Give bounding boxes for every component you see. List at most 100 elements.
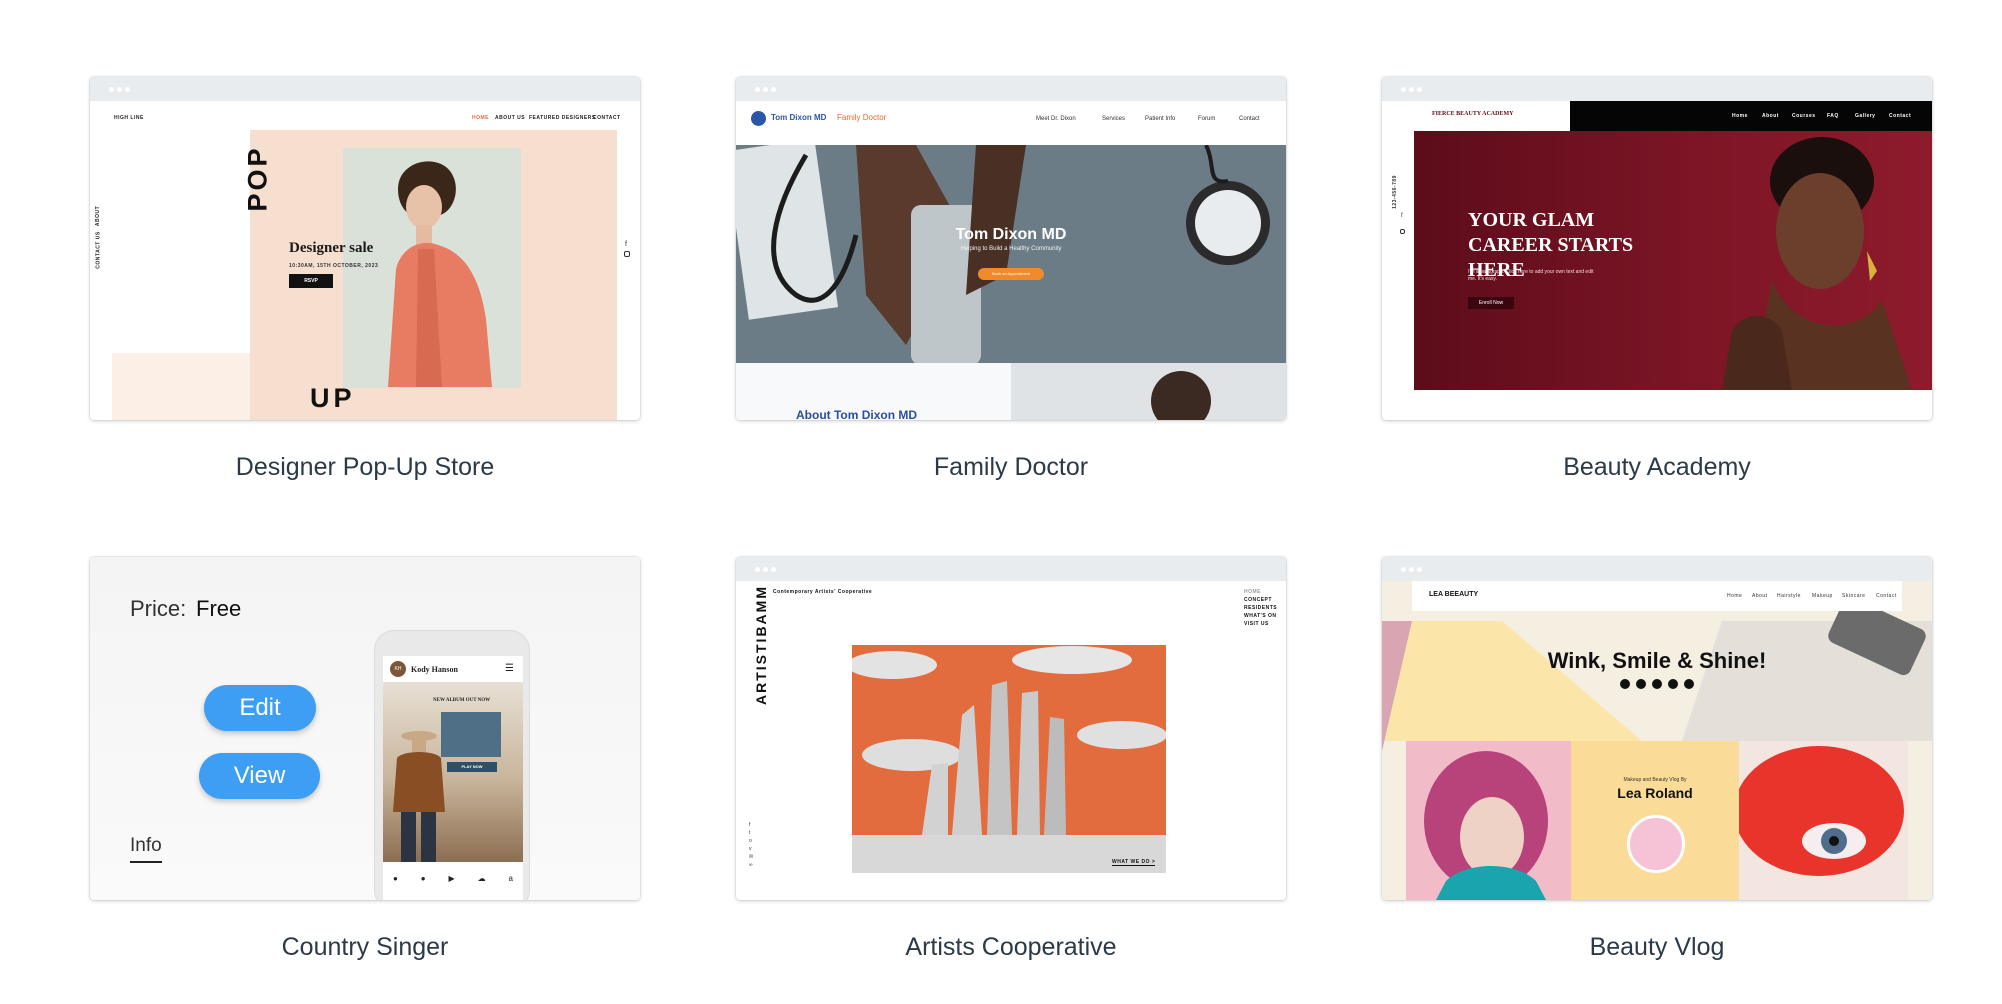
pinterest-icon: [1684, 679, 1694, 689]
word-up: UP: [310, 383, 356, 413]
template-title[interactable]: Beauty Academy: [1382, 453, 1932, 482]
nav-makeup: Makeup: [1812, 593, 1833, 599]
side-link-about: ABOUT: [95, 205, 102, 227]
soundcloud-icon: ☁: [477, 874, 486, 883]
hero-title: Tom Dixon MD: [955, 226, 1067, 243]
instagram-icon: o: [749, 838, 752, 844]
nav-bar: [1570, 101, 1932, 131]
nav-courses: Courses: [1792, 113, 1816, 119]
about-heading: About Tom Dixon MD: [796, 408, 918, 420]
mail-icon: ✉: [749, 854, 754, 860]
nav-forum: Forum: [1198, 116, 1216, 122]
hero-photo: NEW ALBUM OUT NOW PLAY NOW: [383, 682, 523, 862]
template-title[interactable]: Beauty Vlog: [1382, 933, 1932, 962]
instagram-icon: [1400, 229, 1405, 234]
vlogger-panel: Makeup and Beauty Vlog By Lea Roland: [1571, 741, 1739, 900]
template-title[interactable]: Family Doctor: [736, 453, 1286, 482]
site-logo: HIGH LINE: [114, 115, 144, 121]
social-icons: f t o v ✉ ∞: [749, 821, 753, 869]
browser-chrome: [736, 77, 1286, 101]
browser-chrome: [90, 77, 640, 101]
template-preview: ARTISTIBAMM Contemporary Artists' Cooper…: [736, 581, 1286, 900]
play-icon: ▶: [448, 874, 455, 883]
twitter-icon: t: [749, 830, 751, 836]
template-title[interactable]: Artists Cooperative: [736, 933, 1286, 962]
vimeo-icon: v: [749, 846, 752, 852]
template-card-beauty-academy[interactable]: FIERCE BEAUTY ACADEMY Home About Courses…: [1382, 77, 1932, 420]
logo-tagline: Family Doctor: [837, 113, 887, 122]
facebook-icon: [1652, 679, 1662, 689]
amazon-icon: a: [508, 874, 513, 883]
template-card-beauty-vlog[interactable]: LEA BEEAUTY Home About Hairstyle Makeup …: [1382, 557, 1932, 900]
youtube-icon: [1620, 679, 1630, 689]
body-text: I'm a paragraph. Click here to add your …: [1468, 269, 1594, 282]
price-value: Free: [196, 596, 242, 621]
edit-button[interactable]: Edit: [204, 685, 316, 731]
info-link[interactable]: Info: [130, 835, 162, 863]
vlogger-avatar: [1627, 815, 1685, 873]
what-we-do-link: WHAT WE DO >: [1112, 859, 1156, 866]
nav-gallery: Gallery: [1855, 113, 1876, 119]
word-pop: POP: [242, 145, 273, 212]
album-cover: [441, 712, 501, 757]
streaming-icons: ● ● ▶ ☁ a: [393, 874, 513, 884]
site-logo: FIERCE BEAUTY ACADEMY: [1432, 111, 1514, 117]
facebook-icon: f: [749, 822, 751, 828]
vlogger-name: Lea Roland: [1617, 785, 1693, 801]
template-title[interactable]: Designer Pop-Up Store: [90, 453, 640, 482]
artist-name: Kody Hanson: [411, 665, 458, 674]
template-card-designer-pop-up-store[interactable]: HIGH LINE HOME ABOUT US FEATURED DESIGNE…: [90, 77, 640, 420]
model-portrait: [1722, 137, 1912, 390]
nav-skincare: Skincare: [1842, 593, 1866, 599]
nav-residents: RESIDENTS: [1244, 605, 1278, 611]
nav-concept: CONCEPT: [1244, 597, 1272, 603]
brand-vertical: ARTISTIBAMM: [753, 585, 769, 705]
nav-contact: CONTACT: [593, 115, 621, 121]
apple-icon: ●: [420, 874, 426, 883]
nav-faq: FAQ: [1827, 113, 1839, 119]
rsvp-button: RSVP: [289, 274, 333, 288]
enroll-button: Enroll Now: [1468, 297, 1514, 309]
template-card-country-singer[interactable]: Price: Free Edit View Info KH Kody Hanso…: [90, 557, 640, 900]
album-promo: NEW ALBUM OUT NOW: [433, 698, 491, 703]
menu-icon: ☰: [505, 663, 514, 674]
template-preview: LEA BEEAUTY Home About Hairstyle Makeup …: [1382, 581, 1932, 900]
social-icons: [1620, 679, 1694, 689]
browser-chrome: [736, 557, 1286, 581]
nav-home: Home: [1727, 593, 1743, 599]
logo-name: Tom Dixon MD: [771, 113, 827, 122]
nav-about: ABOUT US: [495, 115, 526, 121]
nav-about: About: [1752, 593, 1768, 599]
link-icon: ∞: [749, 862, 753, 868]
nav-about: About: [1762, 113, 1779, 119]
nav-visit: VISIT US: [1244, 621, 1269, 627]
twitter-icon: [1668, 679, 1678, 689]
template-title[interactable]: Country Singer: [90, 933, 640, 962]
site-logo: LEA BEEAUTY: [1429, 591, 1479, 598]
tagline: Contemporary Artists' Cooperative: [773, 589, 873, 595]
hero-subtitle: Helping to Build a Healthy Community: [960, 246, 1062, 252]
facebook-icon: f: [625, 241, 627, 248]
phone-mockup: KH Kody Hanson ☰ NEW ALBUM OUT NOW PLAY …: [374, 630, 530, 900]
template-card-family-doctor[interactable]: Tom Dixon MD Family Doctor Meet Dr. Dixo…: [736, 77, 1286, 420]
nav-whats-on: WHAT'S ON: [1244, 613, 1277, 619]
template-card-artists-cooperative[interactable]: ARTISTIBAMM Contemporary Artists' Cooper…: [736, 557, 1286, 900]
nav-home: HOME: [1244, 589, 1261, 595]
nav-home: Home: [1732, 113, 1748, 119]
view-button[interactable]: View: [199, 753, 320, 799]
stethoscope-illustration: [736, 145, 1270, 363]
nav-patient-info: Patient Info: [1145, 116, 1176, 122]
headline: Wink, Smile & Shine!: [1547, 648, 1767, 673]
event-date: 10:30AM, 15TH OCTOBER, 2023: [289, 263, 379, 269]
instagram-icon: [1636, 679, 1646, 689]
instagram-icon: [624, 251, 630, 257]
cream-block: [112, 353, 252, 420]
price-label: Price:: [130, 596, 187, 621]
facebook-icon: f: [1401, 213, 1403, 219]
photo-red-eye: [1739, 741, 1908, 900]
model-photo: [388, 161, 492, 387]
side-link-contact: CONTACT US: [95, 231, 102, 269]
browser-chrome: [1382, 77, 1932, 101]
nav-contact: Contact: [1889, 113, 1912, 119]
side-phone: 123-456-789: [1391, 175, 1398, 209]
